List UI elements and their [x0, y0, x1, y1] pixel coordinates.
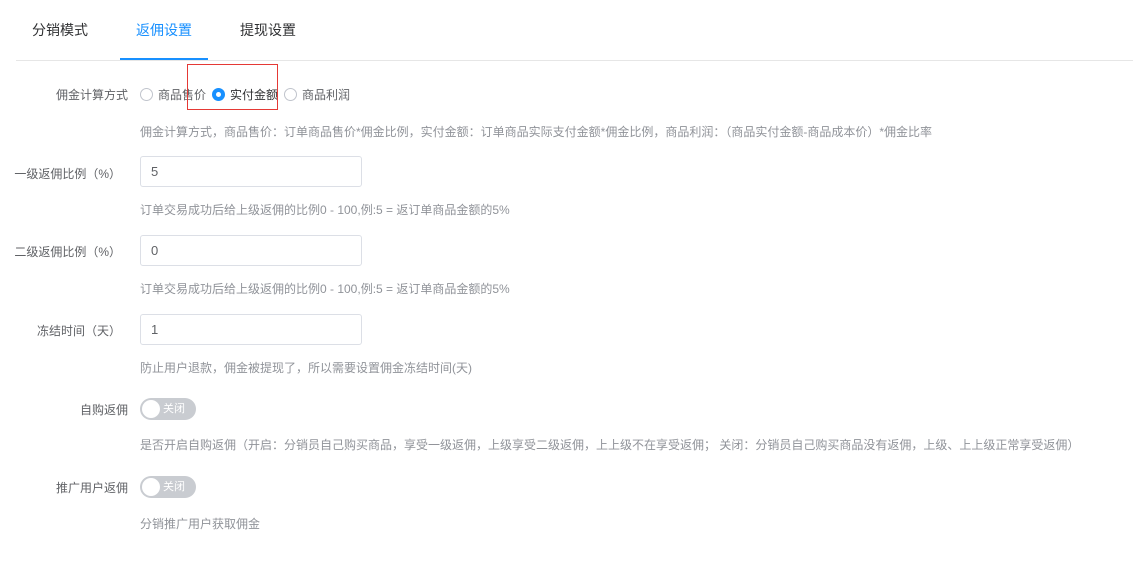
promote-hint: 分销推广用户获取佣金 [140, 517, 261, 531]
level2-ratio-input[interactable] [140, 235, 362, 266]
radio-circle-icon [140, 87, 153, 101]
self-purchase-label: 自购返佣 [79, 403, 128, 417]
switch-knob [142, 478, 160, 496]
radio-product-profit[interactable]: 商品利润 [284, 86, 350, 103]
level1-ratio-label: 一级返佣比例（%） [14, 167, 121, 181]
radio-product-price[interactable]: 商品售价 [140, 86, 206, 103]
switch-knob [142, 400, 160, 418]
switch-text: 关闭 [163, 403, 185, 415]
tab-withdrawal-settings[interactable]: 提现设置 [240, 0, 296, 59]
promote-label: 推广用户返佣 [55, 481, 128, 495]
tab-bar: 分销模式 返佣设置 提现设置 [16, 0, 1133, 61]
tab-distribution-mode[interactable]: 分销模式 [32, 0, 88, 59]
promote-switch[interactable]: 关闭 [140, 476, 196, 498]
switch-text: 关闭 [163, 481, 185, 493]
freeze-time-input[interactable] [140, 314, 362, 345]
radio-label: 商品利润 [302, 87, 351, 102]
radio-label: 实付金额 [230, 87, 279, 102]
freeze-time-label: 冻结时间（天） [36, 324, 121, 338]
level1-ratio-input[interactable] [140, 156, 362, 187]
level2-ratio-label: 二级返佣比例（%） [14, 245, 121, 259]
tab-commission-settings[interactable]: 返佣设置 [120, 0, 208, 60]
level1-ratio-hint: 订单交易成功后给上级返佣的比例0 - 100,例:5 = 返订单商品金额的5% [140, 203, 510, 217]
self-purchase-hint: 是否开启自购返佣（开启：分销员自己购买商品，享受一级返佣，上级享受二级返佣，上上… [140, 438, 1080, 452]
radio-actual-paid[interactable]: 实付金额 [212, 86, 278, 103]
commission-method-radio-group: 商品售价 实付金额 商品利润 [140, 84, 356, 104]
level2-ratio-hint: 订单交易成功后给上级返佣的比例0 - 100,例:5 = 返订单商品金额的5% [140, 282, 510, 296]
self-purchase-switch[interactable]: 关闭 [140, 398, 196, 420]
freeze-time-hint: 防止用户退款，佣金被提现了，所以需要设置佣金冻结时间(天) [140, 361, 472, 375]
commission-method-hint: 佣金计算方式，商品售价：订单商品售价*佣金比例，实付金额：订单商品实际支付金额*… [140, 125, 933, 139]
commission-method-label: 佣金计算方式 [55, 88, 128, 102]
radio-circle-icon [284, 87, 298, 101]
radio-label: 商品售价 [158, 87, 207, 102]
radio-circle-checked-icon [212, 87, 226, 101]
